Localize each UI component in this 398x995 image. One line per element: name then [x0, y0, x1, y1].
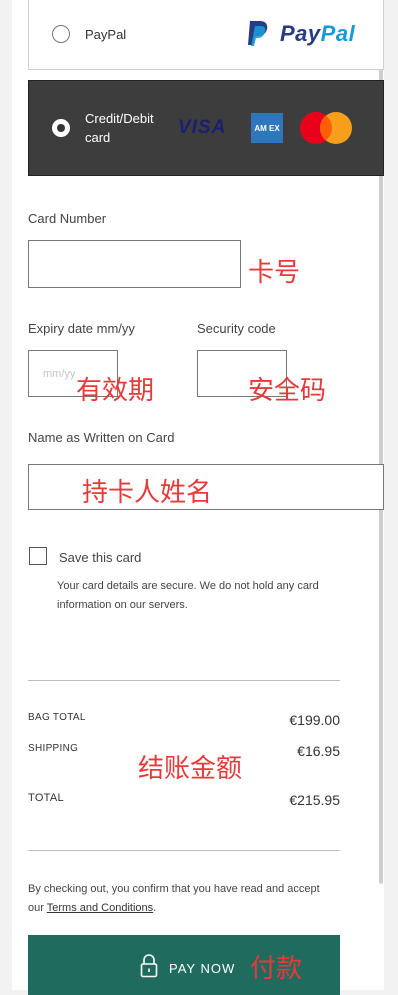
bag-total-label: BAG TOTAL [28, 712, 86, 723]
summary-divider-top [28, 680, 340, 681]
paypal-label: PayPal [85, 27, 127, 42]
credit-debit-label-line1: Credit/Debit [85, 111, 154, 126]
security-code-annotation: 安全码 [248, 376, 327, 406]
mastercard-logo-icon [300, 112, 352, 144]
name-on-card-label: Name as Written on Card [28, 430, 175, 445]
credit-debit-label: Credit/Debit card [85, 109, 154, 147]
paypal-mark-icon [248, 21, 268, 46]
card-number-label: Card Number [28, 211, 107, 226]
card-number-input[interactable] [28, 240, 241, 288]
summary-divider-bottom [28, 850, 340, 851]
save-card-checkbox[interactable] [29, 547, 47, 565]
shipping-label: SHIPPING [28, 743, 79, 754]
expiry-annotation: 有效期 [76, 376, 155, 406]
expiry-label: Expiry date mm/yy [28, 321, 135, 336]
save-card-label: Save this card [59, 550, 142, 565]
security-note: Your card details are secure. We do not … [57, 577, 319, 615]
credit-debit-radio[interactable] [52, 119, 70, 137]
terms-line1: By checking out, you confirm that you ha… [28, 883, 320, 895]
card-number-annotation: 卡号 [248, 258, 301, 288]
lock-icon [140, 954, 158, 978]
bag-total-value: €199.00 [289, 712, 340, 728]
paypal-logo-pal: Pal [320, 21, 356, 46]
amex-logo: AM EX [251, 113, 283, 143]
visa-logo: VISA [178, 117, 227, 138]
terms-suffix: . [153, 902, 157, 914]
pay-now-annotation: 付款 [250, 954, 303, 984]
paypal-logo-pay: Pay [280, 21, 321, 46]
terms-line2: our Terms and Conditions. [28, 899, 320, 918]
terms-text: By checking out, you confirm that you ha… [28, 880, 320, 918]
summary-annotation: 结账金额 [138, 754, 243, 784]
credit-debit-label-line2: card [85, 130, 111, 145]
total-value: €215.95 [289, 792, 340, 808]
paypal-logo: PayPal [280, 21, 355, 47]
total-label: TOTAL [28, 792, 64, 804]
name-on-card-annotation: 持卡人姓名 [82, 478, 213, 508]
terms-link[interactable]: Terms and Conditions [47, 902, 153, 914]
paypal-radio[interactable] [52, 25, 70, 43]
pay-now-label: PAY NOW [169, 961, 236, 976]
security-code-label: Security code [197, 321, 276, 336]
security-note-line1: Your card details are secure. We do not … [57, 580, 319, 592]
security-note-line2: information on our servers. [57, 599, 188, 611]
shipping-value: €16.95 [297, 743, 340, 759]
terms-prefix: our [28, 902, 47, 914]
